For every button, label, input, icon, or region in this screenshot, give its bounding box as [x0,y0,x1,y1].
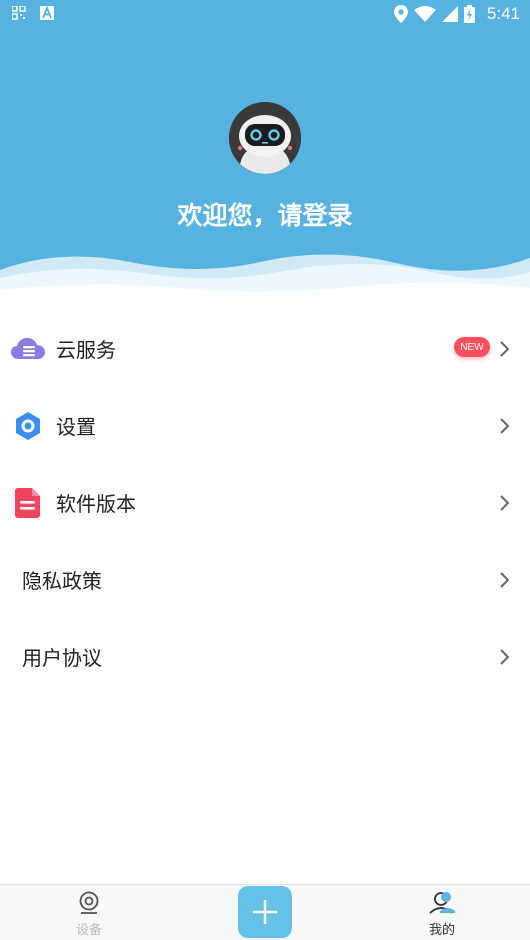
location-icon [393,5,408,23]
chevron-right-icon [500,649,510,665]
chevron-right-icon [500,572,510,588]
wave-decoration [0,254,530,300]
document-icon [10,488,46,518]
camera-icon [79,891,99,914]
chevron-right-icon [500,495,510,511]
signal-icon [441,6,458,22]
menu-label: 用户协议 [22,646,102,670]
nav-tab-device[interactable]: 设备 [49,891,129,938]
cloud-server-icon [10,334,46,364]
nav-tab-mine[interactable]: 我的 [402,891,482,938]
menu-label: 隐私政策 [22,569,102,593]
status-time: 5:41 [486,4,520,23]
menu-label: 软件版本 [56,492,136,516]
menu-item-user-agreement[interactable]: 用户协议 [0,618,530,695]
font-a-icon [40,6,54,20]
user-icon [429,892,455,914]
wifi-icon [413,6,436,22]
chevron-right-icon [500,418,510,434]
battery-icon [463,5,475,23]
menu-item-settings[interactable]: 设置 [0,387,530,464]
nav-label-mine: 我的 [428,923,455,938]
menu-item-software-version[interactable]: 软件版本 [0,464,530,541]
plus-icon [252,899,278,925]
robot-avatar[interactable] [229,102,301,174]
new-badge: NEW [454,337,490,357]
qr-icon [12,6,26,20]
add-device-button[interactable] [238,886,292,938]
menu-item-privacy-policy[interactable]: 隐私政策 [0,541,530,618]
nav-label-device: 设备 [75,923,102,938]
profile-header: 5:41 欢迎您，请登录 [0,0,530,300]
menu-list: 云服务 NEW 设置 软件版本 隐私政策 用户协议 [0,310,530,695]
hexagon-settings-icon [10,411,46,441]
menu-item-cloud-service[interactable]: 云服务 NEW [0,310,530,387]
status-bar: 5:41 [0,0,530,28]
robot-icon [229,102,301,174]
menu-label: 设置 [56,415,96,439]
menu-label: 云服务 [56,338,116,362]
chevron-right-icon [500,341,510,357]
login-prompt[interactable]: 欢迎您，请登录 [0,196,530,232]
